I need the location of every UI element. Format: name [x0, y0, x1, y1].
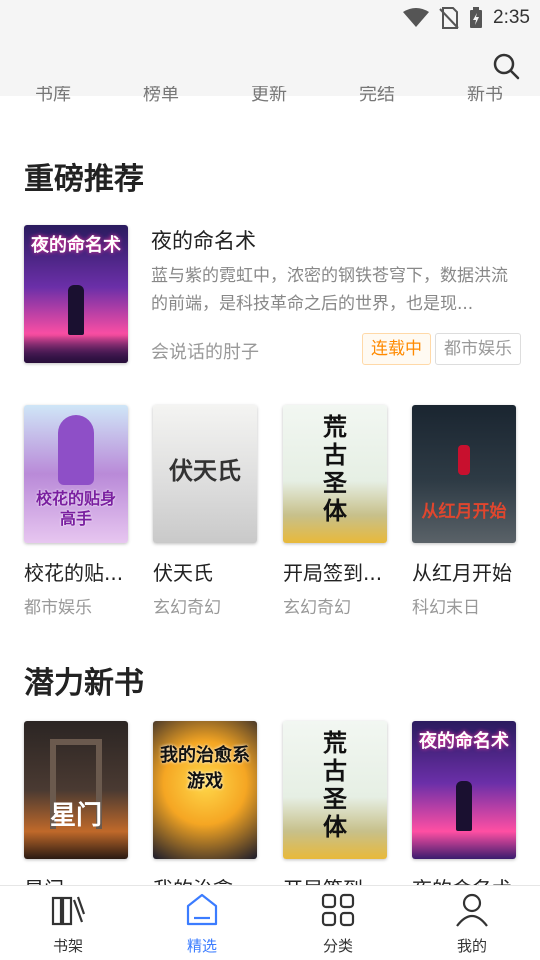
status-icons: 2:35: [403, 4, 530, 32]
book-cover[interactable]: 从红月开始: [412, 405, 516, 543]
featured-book-cover[interactable]: 夜的命名术: [24, 225, 128, 363]
nav-featured[interactable]: 精选: [152, 886, 252, 960]
book-cover[interactable]: 星门: [24, 721, 128, 859]
battery-charging-icon: [470, 7, 483, 28]
book-cover[interactable]: 夜的命名术: [412, 721, 516, 859]
genre-badge: 都市娱乐: [435, 333, 521, 365]
quick-nav: 书库 榜单 更新 完结 新书: [0, 86, 540, 112]
search-icon: [493, 53, 520, 80]
section-title-featured: 重磅推荐: [24, 162, 144, 197]
featured-book-title: 夜的命名术: [151, 229, 256, 253]
cover-title-text: 夜的命名术: [419, 731, 509, 752]
featured-book-author: 会说话的肘子: [151, 342, 259, 363]
book-genre: 科幻末日: [412, 598, 480, 618]
wifi-icon: [403, 8, 430, 27]
cover-title-text: 夜的命名术: [31, 235, 121, 256]
book-cover[interactable]: 我的治愈系游戏: [153, 721, 257, 859]
cover-title-text: 我的治愈系游戏: [160, 745, 250, 792]
nav-label: 我的: [456, 937, 487, 955]
profile-icon: [456, 893, 488, 927]
bottom-nav: 书架 精选 分类 我的: [0, 885, 540, 960]
featured-book-description: 蓝与紫的霓虹中，浓密的钢铁苍穹下，数据洪流的前端，是科技革命之后的世界，也是现.…: [151, 266, 508, 314]
book-cover[interactable]: 校花的贴身高手: [24, 405, 128, 543]
book-cover[interactable]: 荒古圣体: [283, 721, 387, 859]
status-badge: 连载中: [362, 333, 431, 365]
nav-bookshelf[interactable]: 书架: [18, 886, 118, 960]
quick-nav-completed[interactable]: 完结: [342, 86, 412, 106]
book-title: 从红月开始: [412, 561, 512, 585]
cover-title-text: 伏天氏: [169, 456, 241, 485]
featured-icon: [186, 893, 218, 926]
nav-label: 精选: [186, 937, 217, 955]
cover-title-text: 星门: [49, 801, 102, 831]
book-genre: 玄幻奇幻: [283, 598, 351, 618]
nav-label: 分类: [322, 937, 353, 955]
book-title: 伏天氏: [153, 561, 213, 585]
status-time: 2:35: [493, 7, 530, 28]
bookshelf-icon: [51, 896, 86, 926]
quick-nav-updates[interactable]: 更新: [234, 86, 304, 106]
cover-title-text: 从红月开始: [421, 502, 507, 522]
book-title: 开局签到...: [283, 561, 383, 585]
book-cover[interactable]: 荒古圣体: [283, 405, 387, 543]
nav-label: 书架: [52, 937, 83, 955]
no-sim-icon: [439, 7, 459, 29]
quick-nav-rankings[interactable]: 榜单: [126, 86, 196, 106]
book-cover[interactable]: 伏天氏: [153, 405, 257, 543]
book-genre: 都市娱乐: [24, 598, 92, 618]
nav-profile[interactable]: 我的: [422, 886, 522, 960]
grid-icon: [321, 893, 355, 927]
quick-nav-new-books[interactable]: 新书: [450, 86, 520, 106]
main-content: 重磅推荐 夜的命名术 夜的命名术 蓝与紫的霓虹中，浓密的钢铁苍穹下，数据洪流的前…: [0, 112, 540, 886]
book-title: 校花的贴...: [24, 561, 124, 585]
cover-title-text: 校花的贴身高手: [35, 489, 116, 528]
cover-title-text: 荒古圣体: [323, 412, 347, 525]
book-genre: 玄幻奇幻: [153, 598, 221, 618]
search-button[interactable]: [490, 50, 522, 82]
nav-categories[interactable]: 分类: [288, 886, 388, 960]
section-title-potential: 潜力新书: [24, 666, 144, 701]
quick-nav-library[interactable]: 书库: [18, 86, 88, 106]
status-bar: 2:35: [0, 0, 540, 38]
cover-title-text: 荒古圣体: [323, 728, 347, 841]
